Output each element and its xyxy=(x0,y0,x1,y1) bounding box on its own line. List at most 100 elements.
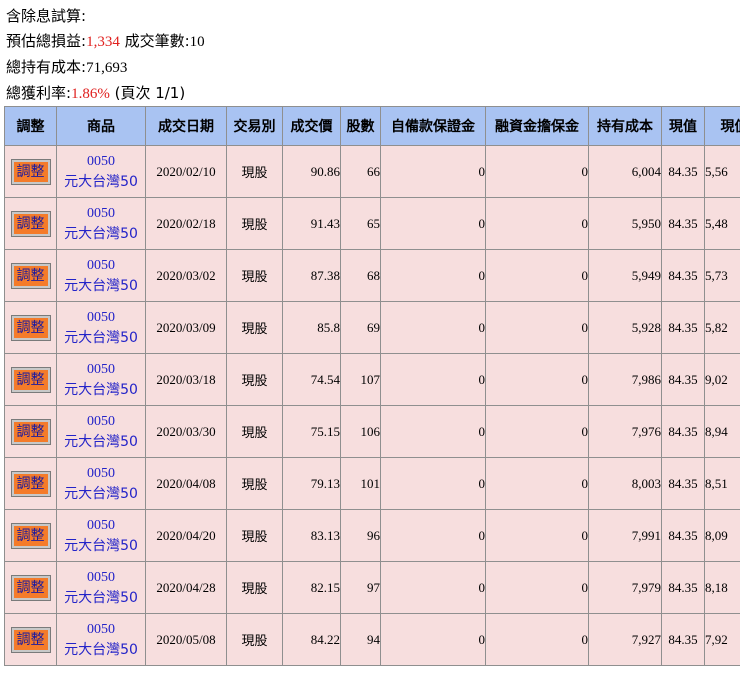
header-col-product: 商品 xyxy=(56,106,146,146)
header-col-adjust: 調整 xyxy=(4,106,57,146)
product-cell: 0050 元大台灣50 xyxy=(56,561,146,614)
holding-cost-cell: 7,986 xyxy=(588,353,662,406)
current-value-cell: 5,82 xyxy=(704,301,740,354)
holdings-table: 調整商品成交日期交易別成交價股數自備款保證金融資金擔保金持有成本現值現值 調整0… xyxy=(4,106,740,666)
adjust-cell: 調整 xyxy=(4,613,57,666)
estimated-pl-label: 預估總損益: xyxy=(6,32,87,50)
table-row: 調整 0050 元大台灣50 2020/03/09 現股 85.8 69 0 0 5,928 84.… xyxy=(4,301,740,354)
header-col-trade-type: 交易別 xyxy=(226,106,283,146)
header-col-trade-date: 成交日期 xyxy=(145,106,227,146)
adjust-button[interactable]: 調整 xyxy=(10,366,51,393)
price-cell: 83.13 xyxy=(282,509,341,562)
finance-collateral-cell: 0 xyxy=(485,457,589,510)
adjust-button[interactable]: 調整 xyxy=(10,210,51,237)
holding-cost-cell: 5,950 xyxy=(588,197,662,250)
trade-type-cell: 現股 xyxy=(226,145,283,198)
own-margin-cell: 0 xyxy=(380,301,486,354)
product-name-link[interactable]: 元大台灣50 xyxy=(58,276,145,296)
profit-rate-value: 1.86% xyxy=(71,86,110,102)
table-row: 調整 0050 元大台灣50 2020/03/02 現股 87.38 68 0 0 5,949 84… xyxy=(4,249,740,302)
own-margin-cell: 0 xyxy=(380,145,486,198)
holding-cost-cell: 5,928 xyxy=(588,301,662,354)
holding-cost-cell: 7,976 xyxy=(588,405,662,458)
product-name-link[interactable]: 元大台灣50 xyxy=(58,224,145,244)
trade-type-cell: 現股 xyxy=(226,197,283,250)
product-cell: 0050 元大台灣50 xyxy=(56,457,146,510)
total-cost-value: 71,693 xyxy=(86,60,128,76)
product-code-link[interactable]: 0050 xyxy=(58,152,145,172)
product-name-link[interactable]: 元大台灣50 xyxy=(58,380,145,400)
own-margin-cell: 0 xyxy=(380,197,486,250)
product-code-link[interactable]: 0050 xyxy=(58,308,145,328)
current-value-cell: 5,56 xyxy=(704,145,740,198)
current-value-cell: 5,48 xyxy=(704,197,740,250)
product-name-link[interactable]: 元大台灣50 xyxy=(58,484,145,504)
current-value-cell: 9,02 xyxy=(704,353,740,406)
shares-cell: 106 xyxy=(340,405,381,458)
total-cost-line: 總持有成本:71,693 xyxy=(6,55,740,81)
product-code-link[interactable]: 0050 xyxy=(58,204,145,224)
own-margin-cell: 0 xyxy=(380,613,486,666)
adjust-cell: 調整 xyxy=(4,457,57,510)
product-name-link[interactable]: 元大台灣50 xyxy=(58,432,145,452)
product-name-link[interactable]: 元大台灣50 xyxy=(58,328,145,348)
own-margin-cell: 0 xyxy=(380,561,486,614)
header-col-current-price: 現值 xyxy=(661,106,705,146)
product-cell: 0050 元大台灣50 xyxy=(56,249,146,302)
estimated-pl-value: 1,334 xyxy=(86,34,120,50)
product-name-link[interactable]: 元大台灣50 xyxy=(58,640,145,660)
trade-date-cell: 2020/03/30 xyxy=(145,405,227,458)
adjust-button[interactable]: 調整 xyxy=(10,314,51,341)
current-price-cell: 84.35 xyxy=(661,197,705,250)
trade-date-cell: 2020/04/28 xyxy=(145,561,227,614)
table-row: 調整 0050 元大台灣50 2020/04/20 現股 83.13 96 0 0 7,991 84… xyxy=(4,509,740,562)
product-code-link[interactable]: 0050 xyxy=(58,360,145,380)
adjust-button[interactable]: 調整 xyxy=(10,574,51,601)
product-code-link[interactable]: 0050 xyxy=(58,620,145,640)
current-price-cell: 84.35 xyxy=(661,353,705,406)
shares-cell: 65 xyxy=(340,197,381,250)
adjust-cell: 調整 xyxy=(4,509,57,562)
adjust-button[interactable]: 調整 xyxy=(10,470,51,497)
adjust-button[interactable]: 調整 xyxy=(10,522,51,549)
trade-date-cell: 2020/04/08 xyxy=(145,457,227,510)
product-name-link[interactable]: 元大台灣50 xyxy=(58,588,145,608)
current-value-cell: 8,18 xyxy=(704,561,740,614)
adjust-button[interactable]: 調整 xyxy=(10,158,51,185)
price-cell: 85.8 xyxy=(282,301,341,354)
product-cell: 0050 元大台灣50 xyxy=(56,145,146,198)
product-name-link[interactable]: 元大台灣50 xyxy=(58,172,145,192)
finance-collateral-cell: 0 xyxy=(485,249,589,302)
own-margin-cell: 0 xyxy=(380,405,486,458)
shares-cell: 68 xyxy=(340,249,381,302)
holding-cost-cell: 7,979 xyxy=(588,561,662,614)
finance-collateral-cell: 0 xyxy=(485,145,589,198)
trade-date-cell: 2020/03/02 xyxy=(145,249,227,302)
current-price-cell: 84.35 xyxy=(661,301,705,354)
product-cell: 0050 元大台灣50 xyxy=(56,301,146,354)
price-cell: 82.15 xyxy=(282,561,341,614)
deal-count-label: 成交筆數: xyxy=(124,32,190,50)
product-name-link[interactable]: 元大台灣50 xyxy=(58,536,145,556)
adjust-button[interactable]: 調整 xyxy=(10,626,51,653)
adjust-button[interactable]: 調整 xyxy=(10,418,51,445)
trade-date-cell: 2020/02/10 xyxy=(145,145,227,198)
current-value-cell: 8,94 xyxy=(704,405,740,458)
table-row: 調整 0050 元大台灣50 2020/03/18 現股 74.54 107 0 0 7,986 8… xyxy=(4,353,740,406)
product-code-link[interactable]: 0050 xyxy=(58,464,145,484)
shares-cell: 69 xyxy=(340,301,381,354)
price-cell: 84.22 xyxy=(282,613,341,666)
product-cell: 0050 元大台灣50 xyxy=(56,353,146,406)
product-code-link[interactable]: 0050 xyxy=(58,256,145,276)
table-row: 調整 0050 元大台灣50 2020/04/08 現股 79.13 101 0 0 8,003 8… xyxy=(4,457,740,510)
trade-type-cell: 現股 xyxy=(226,301,283,354)
product-code-link[interactable]: 0050 xyxy=(58,412,145,432)
product-code-link[interactable]: 0050 xyxy=(58,516,145,536)
product-code-link[interactable]: 0050 xyxy=(58,568,145,588)
price-cell: 87.38 xyxy=(282,249,341,302)
adjust-button[interactable]: 調整 xyxy=(10,262,51,289)
header-col-holding-cost: 持有成本 xyxy=(588,106,662,146)
adjust-cell: 調整 xyxy=(4,405,57,458)
summary-panel: 含除息試算: 預估總損益:1,334 成交筆數:10 總持有成本:71,693 … xyxy=(0,0,740,107)
finance-collateral-cell: 0 xyxy=(485,353,589,406)
